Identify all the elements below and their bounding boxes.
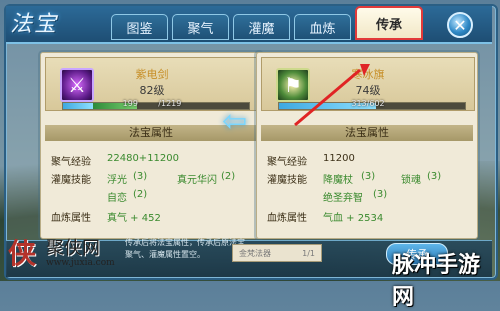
target-skill: 锁魂 [401, 175, 421, 186]
tab-guanmo[interactable]: 灌魔 [233, 14, 290, 40]
close-icon: ✕ [453, 15, 467, 35]
source-treasure-panel: ⚔ 紫电剑 82级 199 /1219 法宝属性 聚气经验 22480+1120… [40, 52, 262, 239]
tab-bar: 图鉴 聚气 灌魔 血炼 传承 [111, 6, 423, 42]
target-skill: 绝圣弃智 [323, 193, 363, 204]
material-select[interactable]: 金梵法器 1/1 [232, 244, 322, 262]
target-skill-count: (3) [373, 189, 388, 200]
material-label: 金梵法器 [239, 248, 271, 258]
close-button[interactable]: ✕ [447, 12, 473, 38]
source-skill-count: (2) [221, 171, 236, 182]
target-blood-attr: 气血 + 2534 [323, 213, 384, 224]
watermark-juxia-logo: 侠 聚侠网 www.juxia.com [8, 232, 158, 272]
source-skill: 真元华闪 [177, 175, 217, 186]
target-row-label: 灌魔技能 [267, 175, 307, 186]
target-row-label: 血炼属性 [267, 213, 307, 224]
target-skill: 降魔杖 [323, 175, 353, 186]
source-skill: 浮光 [107, 175, 127, 186]
target-row-label: 聚气经验 [267, 157, 307, 168]
target-row-value: 11200 [323, 153, 355, 164]
window-title: 法宝 [10, 12, 59, 37]
watermark-url: www.juxia.com [46, 258, 115, 268]
tab-xuelian[interactable]: 血炼 [294, 14, 351, 40]
tab-tujian[interactable]: 图鉴 [111, 14, 168, 40]
watermark-right: 脉冲手游网 [392, 253, 481, 310]
source-item-card[interactable]: ⚔ 紫电剑 82级 199 /1219 [45, 57, 259, 111]
source-skill-count: (2) [133, 189, 148, 200]
source-skill: 自恋 [107, 193, 127, 204]
source-row-label: 血炼属性 [51, 213, 91, 224]
material-count: 1/1 [302, 248, 315, 258]
source-item-name: 紫电剑 [135, 68, 169, 81]
source-row-value: 22480+11200 [107, 153, 180, 164]
tab-juqi[interactable]: 聚气 [172, 14, 229, 40]
source-row-label: 灌魔技能 [51, 175, 91, 186]
target-skill-count: (3) [361, 171, 376, 182]
source-blood-attr: 真气 + 452 [107, 213, 161, 224]
source-skill-count: (3) [133, 171, 148, 182]
source-item-level: 82级 [139, 84, 165, 97]
source-row-label: 聚气经验 [51, 157, 91, 168]
tab-chuancheng[interactable]: 传承 [355, 6, 423, 40]
target-skill-count: (3) [427, 171, 442, 182]
red-arrow-annotation [294, 64, 370, 127]
watermark-name: 聚侠网 [46, 238, 100, 259]
watermark-char: 侠 [8, 237, 37, 270]
